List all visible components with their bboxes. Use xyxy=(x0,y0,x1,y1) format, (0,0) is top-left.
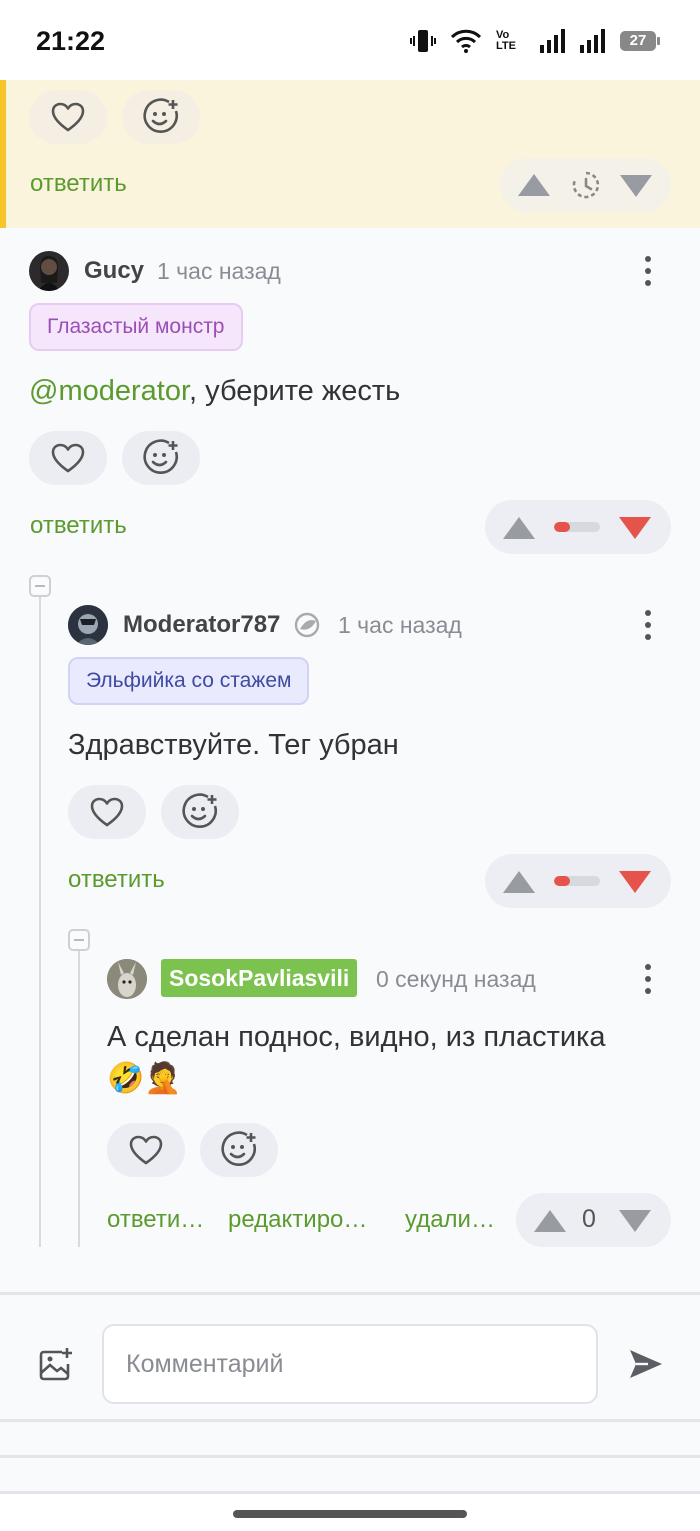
reply-link[interactable]: ответить xyxy=(30,512,127,540)
comment-timestamp: 1 час назад xyxy=(338,612,462,638)
divider xyxy=(0,1455,700,1458)
user-badge[interactable]: Эльфийка со стажем xyxy=(68,657,310,705)
pending-clock-icon xyxy=(572,171,600,199)
add-image-icon[interactable] xyxy=(38,1346,74,1382)
like-button[interactable] xyxy=(68,785,146,839)
mention-link[interactable]: @moderator xyxy=(29,375,189,407)
comment-text: Здравствуйте. Тег убран xyxy=(68,729,399,761)
upvote-button[interactable] xyxy=(503,517,535,539)
add-reaction-button[interactable] xyxy=(122,431,200,485)
like-button[interactable] xyxy=(29,90,107,144)
more-options-button[interactable] xyxy=(644,964,652,994)
status-bar: 21:22 Vo LTE 27 xyxy=(0,0,700,80)
status-icons: Vo LTE 27 xyxy=(410,28,660,54)
like-button[interactable] xyxy=(29,431,107,485)
comment-text: А сделан поднос, видно, из пластика 🤣🤦 xyxy=(107,1016,677,1100)
vibrate-icon xyxy=(410,30,436,52)
volte-indicator: Vo LTE xyxy=(496,29,516,52)
upvote-button[interactable] xyxy=(518,174,550,196)
heart-icon xyxy=(51,443,85,473)
signal-icon-2 xyxy=(580,29,605,53)
comment-text: @moderator, уберите жесть xyxy=(29,375,401,407)
add-reaction-button[interactable] xyxy=(122,90,200,144)
vote-box xyxy=(485,854,671,908)
delete-link[interactable]: удали… xyxy=(405,1206,495,1234)
comment-timestamp: 0 секунд назад xyxy=(376,966,536,992)
downvote-button[interactable] xyxy=(620,175,652,197)
upvote-button[interactable] xyxy=(534,1210,566,1232)
avatar[interactable] xyxy=(107,959,147,999)
add-emoji-icon xyxy=(143,98,178,133)
status-time: 21:22 xyxy=(36,26,106,56)
avatar[interactable] xyxy=(68,605,108,645)
edit-link[interactable]: редактиро… xyxy=(228,1206,367,1234)
rating-bar xyxy=(554,522,600,532)
divider xyxy=(0,1419,700,1422)
heart-icon xyxy=(51,102,85,132)
collapse-thread-button[interactable] xyxy=(68,929,90,951)
add-emoji-icon xyxy=(221,1131,256,1166)
signal-icon xyxy=(540,29,565,53)
reply-link[interactable]: ответить xyxy=(68,866,165,894)
emoji-reaction-text: 🤣🤦 xyxy=(107,1062,182,1095)
upvote-button[interactable] xyxy=(503,871,535,893)
send-icon[interactable] xyxy=(628,1347,664,1381)
home-indicator[interactable] xyxy=(233,1510,467,1518)
vote-score: 0 xyxy=(582,1205,596,1233)
more-options-button[interactable] xyxy=(644,256,652,286)
rating-bar xyxy=(554,876,600,886)
add-emoji-icon xyxy=(182,793,217,828)
downvote-button[interactable] xyxy=(619,517,651,539)
heart-icon xyxy=(129,1135,163,1165)
vote-box: 0 xyxy=(516,1193,671,1247)
user-badge[interactable]: Глазастый монстр xyxy=(29,303,243,351)
moderator-icon xyxy=(294,612,320,638)
reply-link[interactable]: ответить xyxy=(30,170,127,198)
thread-line xyxy=(39,597,41,1247)
avatar[interactable] xyxy=(29,251,69,291)
add-reaction-button[interactable] xyxy=(161,785,239,839)
vote-box xyxy=(485,500,671,554)
add-emoji-icon xyxy=(143,439,178,474)
highlighted-comment: ответить xyxy=(0,80,700,228)
comment-timestamp: 1 час назад xyxy=(157,258,281,284)
vote-box xyxy=(500,158,671,212)
downvote-button[interactable] xyxy=(619,871,651,893)
like-button[interactable] xyxy=(107,1123,185,1177)
comment-author[interactable]: Moderator787 xyxy=(123,611,280,639)
comment-input[interactable]: Комментарий xyxy=(102,1324,598,1404)
reply-link[interactable]: ответи… xyxy=(107,1206,204,1234)
collapse-thread-button[interactable] xyxy=(29,575,51,597)
wifi-icon xyxy=(450,29,482,53)
comment-author[interactable]: Gucy xyxy=(84,257,144,285)
heart-icon xyxy=(90,797,124,827)
highlight-marker xyxy=(0,80,6,228)
thread-line xyxy=(78,951,80,1247)
add-reaction-button[interactable] xyxy=(200,1123,278,1177)
author-tag[interactable]: SosokPavliasvili xyxy=(161,959,358,997)
battery-icon: 27 xyxy=(620,31,660,51)
more-options-button[interactable] xyxy=(644,610,652,640)
downvote-button[interactable] xyxy=(619,1210,651,1232)
